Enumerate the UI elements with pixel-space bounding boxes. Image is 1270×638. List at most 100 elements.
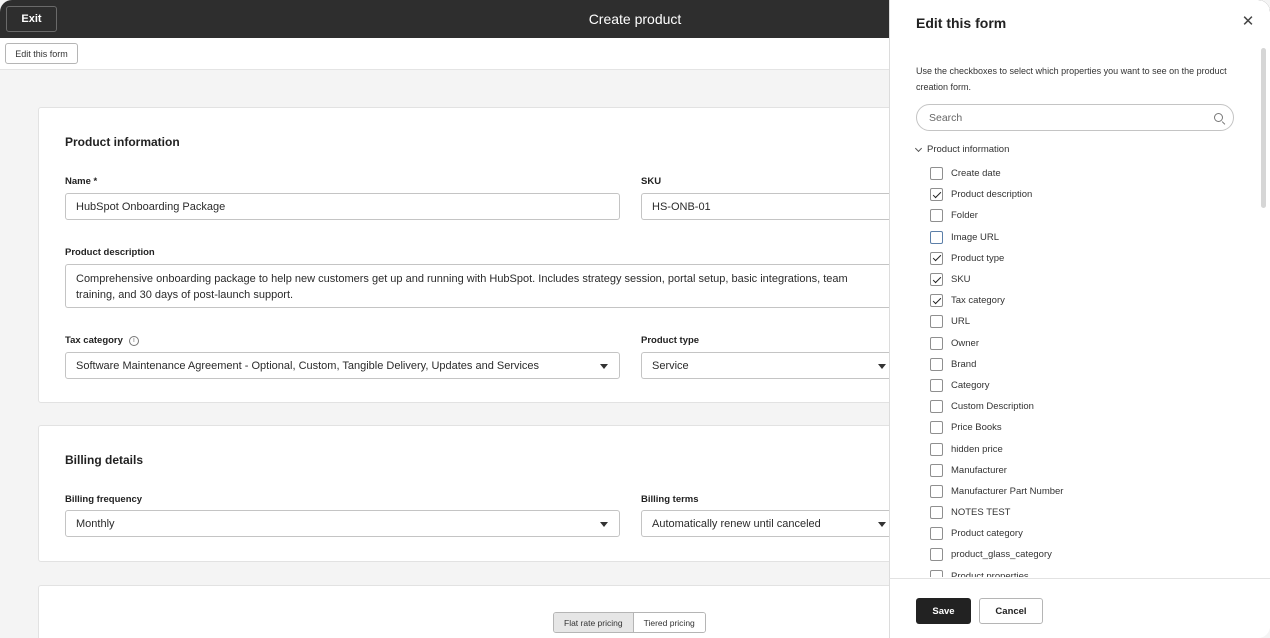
property-checkbox-item[interactable]: Custom Description: [930, 396, 1250, 417]
checkbox-unchecked[interactable]: [930, 463, 943, 477]
billing-terms-select[interactable]: Automatically renew until canceled: [641, 510, 899, 537]
save-button[interactable]: Save: [916, 598, 971, 624]
chevron-down-icon: [914, 144, 923, 152]
caret-down-icon: [878, 364, 886, 369]
property-checkbox-item[interactable]: Manufacturer: [930, 460, 1250, 481]
property-search-input[interactable]: Search: [916, 104, 1234, 131]
checkbox-unchecked[interactable]: [930, 442, 943, 456]
description-textarea[interactable]: Comprehensive onboarding package to help…: [65, 264, 899, 308]
property-label: Folder: [951, 210, 978, 222]
checkbox-unchecked[interactable]: [930, 357, 943, 371]
property-checkbox-item[interactable]: Product description: [930, 184, 1250, 205]
cancel-button[interactable]: Cancel: [979, 598, 1043, 624]
property-checkbox-item[interactable]: Product type: [930, 248, 1250, 269]
property-label: hidden price: [951, 443, 1003, 455]
billing-details-title: Billing details: [65, 453, 144, 467]
property-checkbox-item[interactable]: Brand: [930, 354, 1250, 375]
tax-category-value: Software Maintenance Agreement - Optiona…: [76, 359, 540, 372]
name-label-text: Name *: [65, 176, 98, 187]
checkbox-unchecked[interactable]: [930, 400, 943, 414]
property-checkbox-item[interactable]: Product category: [930, 523, 1250, 544]
checkbox-unchecked[interactable]: [930, 527, 943, 541]
description-label-text: Product description: [65, 247, 155, 258]
caret-down-icon: [600, 364, 608, 369]
checkbox-unchecked[interactable]: [930, 484, 943, 498]
property-label: Image URL: [951, 231, 1000, 243]
property-label: Product type: [951, 252, 1005, 264]
checkbox-unchecked[interactable]: [930, 230, 943, 244]
property-checkbox-item[interactable]: Owner: [930, 333, 1250, 354]
property-checkbox-item[interactable]: Price Books: [930, 417, 1250, 438]
billing-frequency-label-text: Billing frequency: [65, 494, 143, 505]
property-label: Price Books: [951, 422, 1002, 434]
property-checkbox-item[interactable]: NOTES TEST: [930, 502, 1250, 523]
billing-terms-label-text: Billing terms: [641, 494, 699, 505]
product-type-label: Product type: [641, 335, 699, 346]
checkbox-unchecked[interactable]: [930, 506, 943, 520]
property-checkbox-item[interactable]: Image URL: [930, 227, 1250, 248]
name-label: Name *: [65, 176, 97, 187]
checkbox-checked[interactable]: [930, 294, 943, 308]
sku-label: SKU: [641, 176, 661, 187]
tiered-pricing-tab[interactable]: Tiered pricing: [633, 613, 705, 632]
tax-category-select[interactable]: Software Maintenance Agreement - Optiona…: [65, 352, 620, 379]
property-checkbox-list: Create date Product description Folder Imag…: [930, 163, 1250, 577]
flat-rate-pricing-tab[interactable]: Flat rate pricing: [554, 613, 634, 632]
sku-input[interactable]: HS-ONB-01: [641, 193, 899, 220]
checkbox-unchecked[interactable]: [930, 336, 943, 350]
billing-frequency-value: Monthly: [76, 517, 115, 530]
property-checkbox-item[interactable]: Create date: [930, 163, 1250, 184]
property-label: Brand: [951, 358, 977, 370]
checkbox-unchecked[interactable]: [930, 548, 943, 562]
close-icon[interactable]: ✕: [1241, 14, 1255, 29]
exit-button[interactable]: Exit: [6, 6, 57, 32]
product-type-value: Service: [652, 359, 689, 372]
property-checkbox-item[interactable]: URL: [930, 311, 1250, 332]
caret-down-icon: [600, 522, 608, 527]
name-input[interactable]: HubSpot Onboarding Package: [65, 193, 620, 220]
pricing-toggle: Flat rate pricing Tiered pricing: [553, 612, 706, 633]
billing-terms-value: Automatically renew until canceled: [652, 517, 821, 530]
property-checkbox-item[interactable]: SKU: [930, 269, 1250, 290]
edit-form-panel: Edit this form ✕ Use the checkboxes to s…: [889, 0, 1270, 638]
edit-form-button[interactable]: Edit this form: [5, 43, 78, 64]
info-icon[interactable]: i: [128, 335, 139, 346]
pricing-card: [38, 585, 898, 638]
property-label: Create date: [951, 168, 1001, 180]
billing-frequency-label: Billing frequency: [65, 494, 142, 505]
checkbox-unchecked[interactable]: [930, 167, 943, 181]
search-placeholder: Search: [929, 111, 963, 124]
property-checkbox-item[interactable]: Folder: [930, 205, 1250, 226]
search-icon: [1214, 113, 1223, 122]
property-checkbox-item[interactable]: Tax category: [930, 290, 1250, 311]
property-checkbox-item[interactable]: Manufacturer Part Number: [930, 481, 1250, 502]
property-label: Owner: [951, 337, 979, 349]
checkbox-checked[interactable]: [930, 251, 943, 265]
checkbox-checked[interactable]: [930, 188, 943, 202]
property-label: product_glass_category: [951, 549, 1052, 561]
checkbox-unchecked[interactable]: [930, 378, 943, 392]
checkbox-unchecked[interactable]: [930, 209, 943, 223]
checkbox-checked[interactable]: [930, 273, 943, 287]
property-checkbox-item[interactable]: product_glass_category: [930, 544, 1250, 565]
group-toggle-product-information[interactable]: Product information: [914, 144, 1009, 155]
checkbox-unchecked[interactable]: [930, 315, 943, 329]
billing-frequency-select[interactable]: Monthly: [65, 510, 620, 537]
property-checkbox-item[interactable]: Category: [930, 375, 1250, 396]
checkbox-unchecked[interactable]: [930, 421, 943, 435]
property-label: Custom Description: [951, 401, 1034, 413]
panel-title: Edit this form: [916, 15, 1007, 31]
billing-details-card: Billing details Billing frequency Monthl…: [38, 425, 899, 562]
product-type-select[interactable]: Service: [641, 352, 899, 379]
property-label: Product description: [951, 189, 1033, 201]
product-information-card: Product information Name * HubSpot Onboa…: [38, 107, 899, 403]
panel-scrollbar[interactable]: [1261, 48, 1266, 208]
tax-category-label: Tax category i: [65, 335, 139, 346]
caret-down-icon: [878, 522, 886, 527]
property-checkbox-item[interactable]: Product properties: [930, 566, 1250, 577]
checkbox-unchecked[interactable]: [930, 569, 943, 577]
panel-footer: Save Cancel: [889, 578, 1270, 638]
property-checkbox-item[interactable]: hidden price: [930, 438, 1250, 459]
product-information-title: Product information: [65, 135, 180, 149]
property-label: URL: [951, 316, 971, 328]
